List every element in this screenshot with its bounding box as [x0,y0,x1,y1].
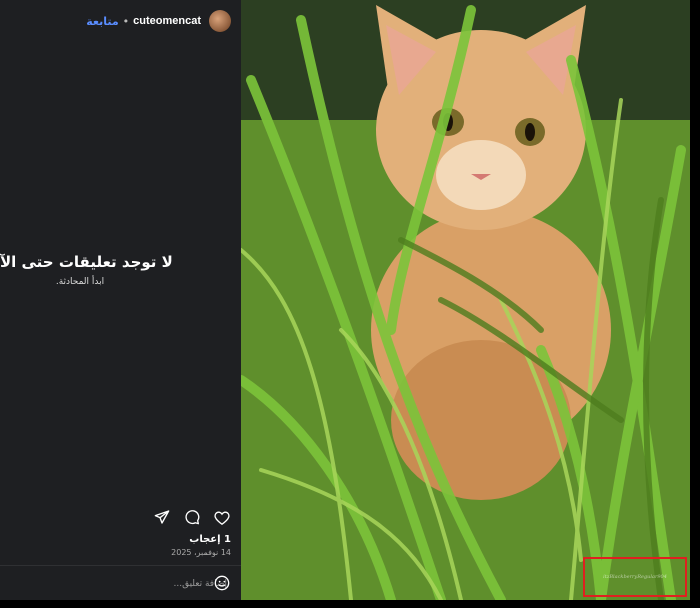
right-edge-bar [690,0,700,608]
post-actions [10,506,231,528]
comment-composer [0,568,241,600]
watermark-text: itzBlackberryRegular904 [603,574,667,580]
username-link[interactable]: cuteomencat [133,15,201,27]
comments-panel: cuteomencat • متابعة لا توجد تعليقات حتى… [0,0,241,600]
empty-comments: لا توجد تعليقات حتى الآن ابدأ المحادثة. [0,253,200,287]
share-icon[interactable] [153,508,171,526]
separator-dot: • [122,14,130,28]
comment-input[interactable] [115,578,229,590]
emoji-icon[interactable] [214,575,230,595]
watermark-highlight-box: itzBlackberryRegular904 [583,557,687,597]
post-date: 14 نوفمبر، 2025 [171,548,231,557]
empty-comments-subtitle: ابدأ المحادثة. [55,277,105,287]
avatar[interactable] [209,10,231,32]
bottom-edge-bar [0,600,700,608]
follow-button[interactable]: متابعة [86,15,118,28]
divider [0,565,241,566]
post-photo[interactable] [241,0,690,600]
heart-icon[interactable] [213,508,231,526]
empty-comments-title: لا توجد تعليقات حتى الآن [0,253,173,271]
cat-in-grass-image [241,0,690,600]
post-header: cuteomencat • متابعة [0,0,241,42]
likes-count[interactable]: 1 إعجاب [189,534,231,545]
comment-icon[interactable] [183,508,201,526]
